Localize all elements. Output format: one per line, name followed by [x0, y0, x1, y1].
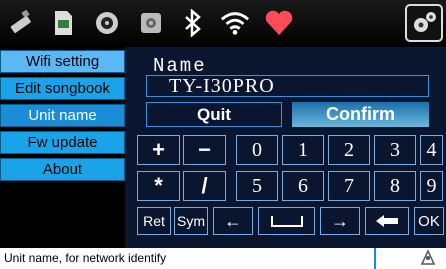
key-4[interactable]: 4	[420, 135, 443, 165]
key-0[interactable]: 0	[236, 135, 278, 165]
menu-item-unit-name[interactable]: Unit name	[0, 104, 125, 127]
wifi-icon[interactable]	[220, 8, 250, 38]
quit-button[interactable]: Quit	[146, 102, 282, 127]
key-sym[interactable]: Sym	[174, 207, 208, 235]
key-6[interactable]: 6	[282, 171, 324, 201]
bluetooth-icon[interactable]	[178, 8, 208, 38]
heart-icon[interactable]	[264, 8, 294, 38]
hdd-icon[interactable]	[136, 8, 166, 38]
menu-item-about[interactable]: About	[0, 158, 125, 181]
status-divider	[374, 248, 376, 269]
key-asterisk[interactable]: *	[137, 171, 180, 201]
key-2[interactable]: 2	[328, 135, 370, 165]
key-1[interactable]: 1	[282, 135, 324, 165]
key-space[interactable]	[258, 207, 315, 235]
backspace-icon	[376, 215, 398, 227]
menu-item-fw-update[interactable]: Fw update	[0, 131, 125, 154]
key-ret[interactable]: Ret	[137, 207, 171, 235]
key-minus[interactable]: −	[183, 135, 226, 165]
screen: Wifi setting Edit songbook Unit name Fw …	[0, 0, 446, 269]
status-bar: Unit name, for network identify	[0, 248, 446, 269]
key-9[interactable]: 9	[420, 171, 443, 201]
name-label: Name	[153, 55, 207, 77]
menu-item-edit-songbook[interactable]: Edit songbook	[0, 77, 125, 100]
disc-icon[interactable]	[92, 8, 122, 38]
unit-name-panel: Name TY-I30PRO Quit Confirm + − 0 1 2 3 …	[125, 47, 446, 248]
key-plus[interactable]: +	[137, 135, 180, 165]
key-5[interactable]: 5	[236, 171, 278, 201]
network-user-icon	[420, 249, 436, 266]
usb-icon[interactable]	[6, 8, 36, 38]
key-ok[interactable]: OK	[414, 207, 444, 235]
key-left-arrow[interactable]: ←	[213, 207, 253, 235]
key-slash[interactable]: /	[183, 171, 226, 201]
key-right-arrow[interactable]: →	[320, 207, 360, 235]
key-7[interactable]: 7	[328, 171, 370, 201]
name-input[interactable]: TY-I30PRO	[146, 75, 429, 97]
key-8[interactable]: 8	[374, 171, 416, 201]
space-icon	[270, 216, 303, 227]
key-backspace[interactable]	[365, 207, 409, 235]
key-3[interactable]: 3	[374, 135, 416, 165]
status-text: Unit name, for network identify	[4, 251, 167, 265]
top-bar	[0, 0, 446, 47]
settings-gears-icon[interactable]	[405, 4, 443, 42]
confirm-button[interactable]: Confirm	[292, 102, 429, 127]
menu-item-wifi-setting[interactable]: Wifi setting	[0, 50, 125, 73]
sd-card-icon[interactable]	[48, 8, 78, 38]
